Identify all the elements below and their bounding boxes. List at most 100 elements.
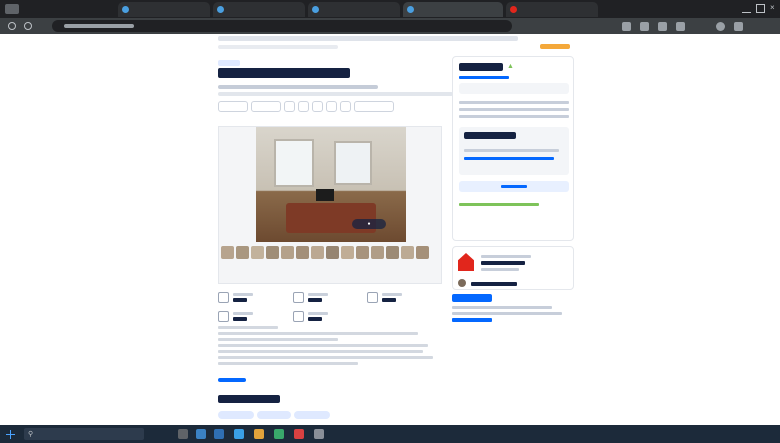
tab-sale-two-room[interactable] — [213, 2, 305, 17]
show-more-link[interactable] — [218, 378, 246, 382]
mortgage-rate[interactable] — [452, 318, 492, 322]
quick-message-chips — [218, 411, 330, 419]
share-icon[interactable] — [284, 101, 295, 112]
extension-icon[interactable] — [640, 22, 649, 31]
agency-verified — [481, 268, 519, 271]
thumbnail[interactable] — [251, 246, 264, 259]
app-icon[interactable] — [274, 429, 284, 439]
main-photo[interactable]: ● — [256, 127, 406, 242]
agent-avatar — [458, 279, 466, 287]
fact-total-area — [218, 292, 293, 303]
price-per-meter — [459, 101, 569, 104]
browser-tab-bar: × — [0, 0, 780, 18]
report-link[interactable] — [464, 157, 554, 160]
compare-button[interactable] — [251, 101, 281, 112]
back-icon[interactable] — [8, 22, 16, 30]
browser-taskbar-icon[interactable] — [234, 429, 244, 439]
fact-floor — [218, 311, 293, 322]
living-area-icon — [292, 292, 304, 303]
floor-icon — [218, 311, 229, 322]
photo-thumbnails — [221, 246, 429, 259]
tab-sale-one-room[interactable] — [403, 2, 503, 17]
price-change-icon[interactable]: ▲ — [507, 63, 515, 71]
thumbnail[interactable] — [311, 246, 324, 259]
minimize-icon[interactable] — [742, 4, 751, 13]
taskbar-search[interactable]: ⚲ — [24, 428, 144, 440]
yandex-taskbar-icon[interactable] — [294, 429, 304, 439]
windows-taskbar: ⚲ — [0, 425, 780, 443]
thumbnail[interactable] — [326, 246, 339, 259]
search-icon: ⚲ — [28, 431, 34, 438]
agency-card[interactable] — [452, 246, 574, 290]
download-icon[interactable] — [312, 101, 323, 112]
extension-icon[interactable] — [622, 22, 631, 31]
yandex-icon — [510, 6, 517, 13]
hide-icon[interactable] — [340, 101, 351, 112]
thumbnail[interactable] — [341, 246, 354, 259]
maximize-icon[interactable] — [756, 4, 765, 13]
listing-description — [218, 326, 442, 368]
price-subscribe-link[interactable] — [459, 76, 509, 79]
windows-start-icon[interactable] — [6, 429, 15, 439]
cian-mortgage-widget[interactable] — [452, 294, 574, 340]
tab-map[interactable] — [118, 2, 210, 17]
agent-name[interactable] — [471, 282, 517, 286]
write-to-author-title — [218, 395, 280, 403]
mortgage-note — [459, 203, 539, 206]
listing-address[interactable] — [218, 85, 378, 89]
folder-icon[interactable] — [254, 429, 264, 439]
task-view-icon[interactable] — [178, 429, 188, 439]
phone-block — [459, 127, 569, 175]
mortgage-rate-badge[interactable] — [459, 83, 569, 94]
thumbnail[interactable] — [416, 246, 429, 259]
system-tray[interactable] — [694, 428, 774, 440]
close-icon[interactable]: × — [770, 4, 779, 13]
thumbnail[interactable] — [386, 246, 399, 259]
photo-gallery[interactable]: ● — [218, 126, 442, 284]
print-icon[interactable] — [326, 101, 337, 112]
thumbnail[interactable] — [266, 246, 279, 259]
write-message-button[interactable] — [459, 181, 569, 192]
edit-note-icon[interactable] — [298, 101, 309, 112]
report-button[interactable] — [354, 101, 394, 112]
quick-message-chip[interactable] — [257, 411, 291, 419]
quick-message-chip[interactable] — [218, 411, 254, 419]
file-explorer-icon[interactable] — [214, 429, 224, 439]
thumbnail[interactable] — [281, 246, 294, 259]
reload-icon[interactable] — [24, 22, 32, 30]
thumbnail[interactable] — [356, 246, 369, 259]
thumbnail[interactable] — [296, 246, 309, 259]
call-note — [464, 149, 559, 152]
fact-living-area — [292, 292, 368, 303]
area-icon — [218, 292, 229, 303]
photo-counter[interactable]: ● — [352, 219, 386, 229]
agency-logo — [458, 253, 474, 271]
breadcrumb[interactable] — [218, 36, 518, 41]
cian-icon — [407, 6, 414, 13]
url-input[interactable] — [52, 20, 512, 32]
tab-buy-two-room[interactable] — [308, 2, 400, 17]
listing-page: ● ▲ — [0, 34, 780, 425]
favorites-link[interactable] — [540, 44, 570, 49]
quick-message-chip[interactable] — [294, 411, 330, 419]
edge-icon[interactable] — [196, 429, 206, 439]
agency-type — [481, 255, 531, 258]
bookmark-icon[interactable] — [658, 22, 667, 31]
agency-name[interactable] — [481, 261, 525, 265]
add-to-favorites-button[interactable] — [218, 101, 248, 112]
price — [459, 63, 503, 71]
phone-number[interactable] — [464, 132, 516, 139]
app-icon[interactable] — [314, 429, 324, 439]
thumbnail[interactable] — [221, 246, 234, 259]
thumbnail[interactable] — [371, 246, 384, 259]
browser-menu-icon[interactable] — [5, 4, 19, 14]
collections-icon[interactable] — [676, 22, 685, 31]
metro-stations — [218, 92, 453, 96]
thumbnail[interactable] — [236, 246, 249, 259]
tab-sovetskaya[interactable] — [506, 2, 598, 17]
more-icon[interactable] — [734, 22, 743, 31]
cian-mortgage-logo — [452, 294, 492, 302]
listing-meta — [218, 45, 338, 49]
profile-avatar[interactable] — [716, 22, 725, 31]
thumbnail[interactable] — [401, 246, 414, 259]
